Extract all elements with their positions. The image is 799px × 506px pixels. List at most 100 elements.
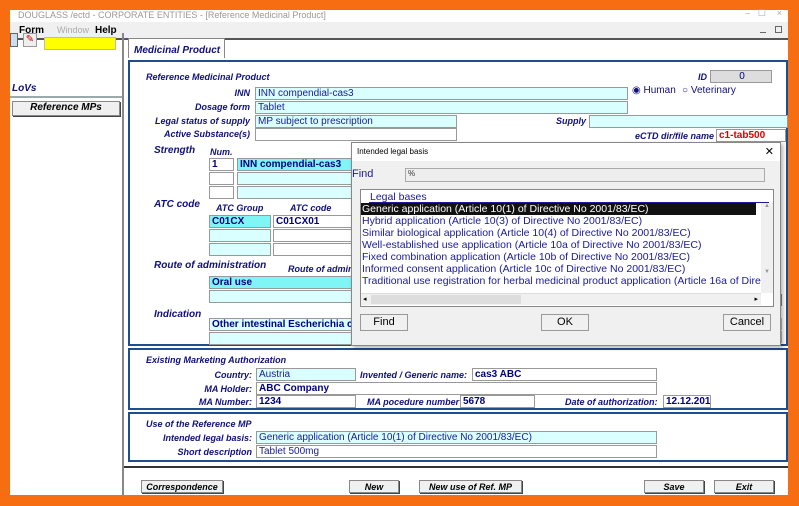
- legal-status-field[interactable]: MP subject to prescription: [255, 115, 457, 128]
- atc-code-field[interactable]: [273, 229, 353, 242]
- legal-basis-label: Intended legal basis:: [162, 433, 252, 443]
- find-button[interactable]: Find: [360, 314, 408, 331]
- list-item[interactable]: Traditional use registration for herbal …: [361, 275, 761, 287]
- save-tool-icon[interactable]: [10, 33, 18, 47]
- inn-label: INN: [234, 88, 251, 98]
- id-label: ID: [698, 72, 707, 82]
- scroll-left-icon[interactable]: ◂: [363, 295, 367, 303]
- new-button[interactable]: New: [349, 480, 399, 493]
- dosage-form-field[interactable]: Tablet: [255, 101, 628, 114]
- lovs-label: LoVs: [12, 83, 37, 94]
- route-field[interactable]: [209, 290, 359, 303]
- lovs-divider: [10, 96, 122, 98]
- status-indicator: [44, 37, 116, 50]
- ectd-field[interactable]: c1-tab500: [716, 129, 786, 142]
- dialog-close-icon[interactable]: ✕: [765, 145, 774, 158]
- radio-empty-icon: ○: [682, 85, 689, 96]
- correspondence-button[interactable]: Correspondence: [141, 480, 223, 493]
- supply-label: Supply: [555, 116, 586, 126]
- route-field[interactable]: Oral use: [209, 276, 359, 289]
- short-description-field[interactable]: Tablet 500mg: [256, 445, 657, 458]
- legal-basis-field[interactable]: Generic application (Article 10(1) of Di…: [256, 431, 657, 444]
- mdi-minimize-button[interactable]: [760, 27, 766, 33]
- list-item-selected[interactable]: Generic application (Article 10(1) of Di…: [361, 203, 756, 215]
- radio-selected-icon: ◉: [632, 85, 641, 96]
- menu-help[interactable]: Help: [95, 25, 117, 36]
- app-window: DOUGLASS /ectd - CORPORATE ENTITIES - [R…: [10, 8, 788, 495]
- vertical-scrollbar[interactable]: ▲ ▼: [761, 203, 773, 293]
- active-substances-field[interactable]: [255, 128, 457, 141]
- scroll-right-icon[interactable]: ▸: [754, 295, 758, 303]
- reference-mps-button[interactable]: Reference MPs: [12, 101, 120, 116]
- atc-group-field[interactable]: [209, 229, 271, 242]
- invented-name-field[interactable]: cas3 ABC: [472, 368, 657, 381]
- save-button[interactable]: Save: [644, 480, 704, 493]
- marketing-authorization-section: Existing Marketing Authorization Country…: [128, 348, 788, 410]
- human-radio[interactable]: ◉ Human: [632, 85, 676, 96]
- section-heading: Use of the Reference MP: [146, 419, 252, 429]
- cancel-button[interactable]: Cancel: [723, 314, 771, 331]
- indication-field[interactable]: [209, 332, 359, 345]
- ma-holder-field[interactable]: ABC Company: [256, 382, 657, 395]
- list-item[interactable]: Informed consent application (Article 10…: [361, 263, 756, 275]
- find-label: Find: [352, 168, 374, 180]
- dosage-label: Dosage form: [194, 102, 250, 112]
- close-button[interactable]: ×: [777, 8, 782, 18]
- new-use-button[interactable]: New use of Ref. MP: [419, 480, 522, 493]
- atc-group-label: ATC Group: [216, 203, 264, 213]
- ectd-label: eCTD dir/file name: [634, 131, 714, 141]
- country-field[interactable]: Austria: [256, 368, 356, 381]
- list-item[interactable]: Well-established use application (Articl…: [361, 239, 756, 251]
- ma-number-field[interactable]: 1234: [256, 395, 356, 408]
- strength-name-field[interactable]: [237, 172, 357, 185]
- title-bar: DOUGLASS /ectd - CORPORATE ENTITIES - [R…: [10, 8, 788, 22]
- active-substances-label: Active Substance(s): [163, 129, 250, 139]
- find-input[interactable]: %: [405, 168, 765, 182]
- ok-button[interactable]: OK: [541, 314, 589, 331]
- dialog-title: Intended legal basis: [357, 147, 429, 156]
- menu-bar: Form Window Help: [10, 22, 788, 40]
- window-title: DOUGLASS /ectd - CORPORATE ENTITIES - [R…: [18, 10, 326, 20]
- use-of-reference-section: Use of the Reference MP Intended legal b…: [128, 412, 788, 462]
- legal-bases-list: Legal bases Generic application (Article…: [360, 189, 774, 307]
- atc-code-label: ATC code: [290, 203, 332, 213]
- atc-group-field[interactable]: [209, 243, 271, 256]
- tab-medicinal-product[interactable]: Medicinal Product: [128, 38, 225, 58]
- atc-code-field[interactable]: [273, 243, 353, 256]
- indication-field[interactable]: Other intestinal Escherichia c: [209, 318, 359, 331]
- list-item[interactable]: Hybrid application (Article 10(3) of Dir…: [361, 215, 756, 227]
- panel-divider: [122, 33, 124, 495]
- list-item[interactable]: Similar biological application (Article …: [361, 227, 756, 239]
- list-item[interactable]: Fixed combination application (Article 1…: [361, 251, 756, 263]
- atc-group-field[interactable]: C01CX: [209, 215, 271, 228]
- date-label: Date of authorization:: [565, 397, 658, 407]
- route-label: Route of administration: [154, 260, 267, 271]
- strength-num-field[interactable]: [209, 172, 234, 185]
- horizontal-scrollbar[interactable]: ◂ ▸: [361, 293, 761, 305]
- minimize-button[interactable]: –: [745, 8, 750, 18]
- strength-name-field[interactable]: [237, 186, 357, 199]
- veterinary-radio[interactable]: ○ Veterinary: [682, 85, 736, 96]
- veterinary-label: Veterinary: [690, 85, 736, 96]
- strength-num-field[interactable]: [209, 186, 234, 199]
- atc-code-field[interactable]: C01CX01: [273, 215, 353, 228]
- section-heading: Reference Medicinal Product: [146, 72, 270, 82]
- menu-window[interactable]: Window: [57, 25, 89, 35]
- exit-button[interactable]: Exit: [714, 480, 774, 493]
- strength-num-field[interactable]: 1: [209, 158, 234, 171]
- mdi-restore-button[interactable]: [775, 26, 782, 33]
- scroll-thumb[interactable]: [371, 295, 521, 304]
- strength-label: Strength: [154, 145, 196, 156]
- indication-label: Indication: [154, 309, 202, 320]
- inn-field[interactable]: INN compendial-cas3: [255, 87, 628, 100]
- maximize-button[interactable]: ☐: [758, 8, 766, 19]
- list-header: Legal bases: [369, 191, 769, 203]
- country-label: Country:: [214, 370, 253, 380]
- supply-field[interactable]: [589, 115, 788, 128]
- ma-procedure-field[interactable]: 5678: [460, 395, 535, 408]
- human-label: Human: [643, 85, 676, 96]
- edit-tool-icon[interactable]: ✎: [23, 33, 37, 47]
- date-field[interactable]: 12.12.2012: [663, 395, 711, 408]
- legal-basis-dialog: Intended legal basis ✕ Find % Legal base…: [351, 142, 781, 346]
- strength-name-field[interactable]: INN compendial-cas3: [237, 158, 357, 171]
